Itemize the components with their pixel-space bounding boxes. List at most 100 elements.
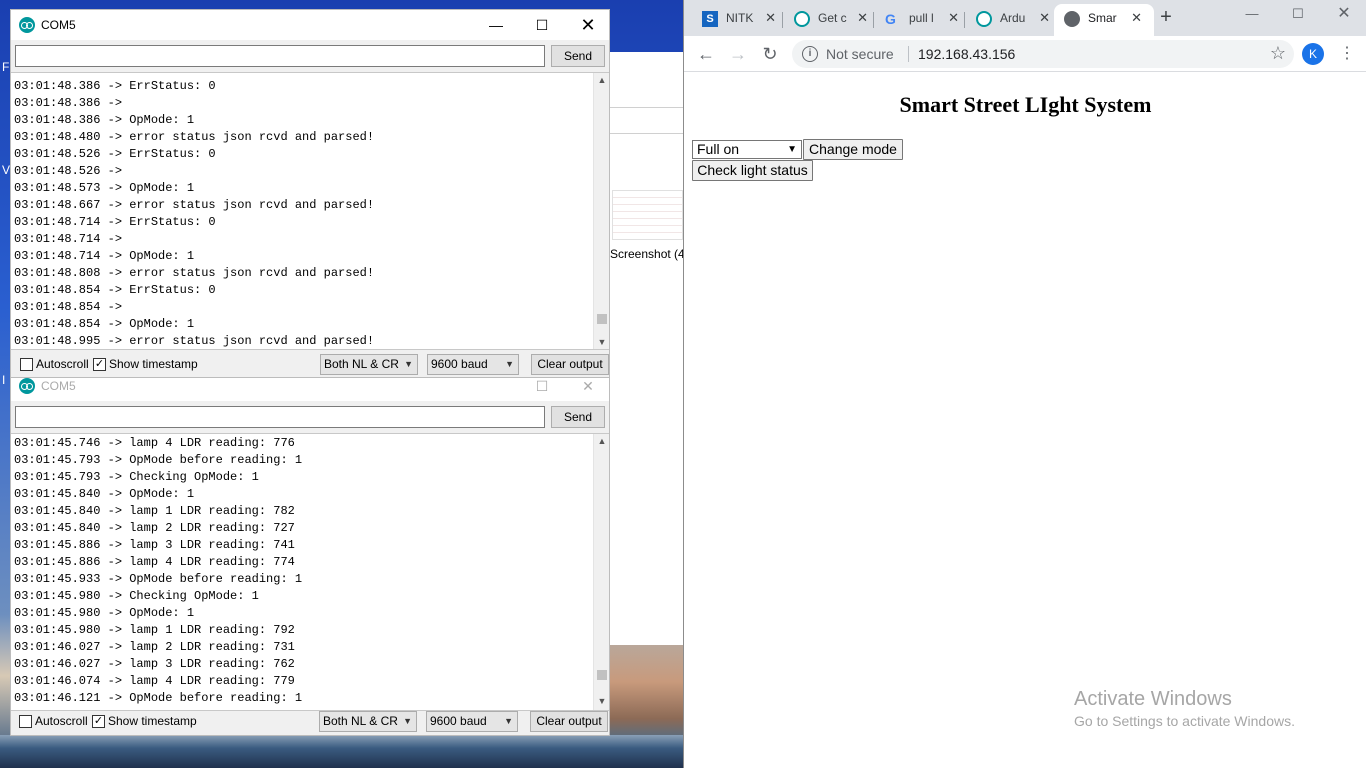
minimize-button[interactable]: —: [1229, 0, 1275, 30]
serial-footer: Autoscroll ✓ Show timestamp Both NL & CR…: [11, 709, 609, 733]
scroll-down-icon[interactable]: ▼: [594, 335, 609, 349]
mode-select-value: Full on: [697, 141, 740, 157]
baud-value: 9600 baud: [431, 357, 488, 371]
serial-line: 03:01:48.854 -> OpMode: 1: [14, 317, 195, 331]
close-icon[interactable]: ✕: [1131, 4, 1142, 32]
maximize-button[interactable]: ☐: [1275, 0, 1321, 30]
chevron-down-icon: ▼: [787, 144, 797, 155]
serial-titlebar[interactable]: COM5 — ☐ ✕: [11, 10, 609, 40]
serial-line: 03:01:45.980 -> OpMode: 1: [14, 606, 195, 620]
maximize-button[interactable]: ☐: [519, 10, 565, 40]
timestamp-checkbox[interactable]: ✓: [92, 715, 105, 728]
close-icon[interactable]: ✕: [1039, 4, 1050, 32]
new-tab-button[interactable]: +: [1154, 6, 1178, 30]
serial-output[interactable]: 03:01:45.746 -> lamp 4 LDR reading: 776 …: [11, 433, 609, 711]
serial-footer: Autoscroll ✓ Show timestamp Both NL & CR…: [11, 352, 609, 376]
tab-smart[interactable]: Smar ✕: [1054, 4, 1154, 36]
desktop-letter: I: [2, 373, 6, 387]
send-button[interactable]: Send: [551, 406, 605, 428]
serial-send-input[interactable]: [15, 45, 545, 67]
close-icon[interactable]: ✕: [948, 4, 959, 32]
serial-line: 03:01:46.027 -> lamp 2 LDR reading: 731: [14, 640, 295, 654]
watermark-title: Activate Windows: [1074, 688, 1232, 710]
line-ending-select[interactable]: Both NL & CR ▼: [319, 711, 417, 732]
serial-send-input[interactable]: [15, 406, 545, 428]
tab-strip[interactable]: S NITK ✕ Get c ✕ G pull l ✕ Ardu ✕ Smar …: [684, 0, 1366, 36]
serial-line: 03:01:45.933 -> OpMode before reading: 1: [14, 572, 303, 586]
back-button[interactable]: ←: [694, 42, 718, 66]
avatar[interactable]: K: [1302, 43, 1324, 65]
serial-line: 03:01:48.714 ->: [14, 232, 130, 246]
scrollbar-thumb[interactable]: [597, 314, 607, 324]
chevron-down-icon: ▼: [504, 716, 513, 726]
info-icon[interactable]: i: [802, 46, 818, 62]
baud-select[interactable]: 9600 baud ▼: [427, 354, 519, 375]
serial-line: 03:01:48.854 -> ErrStatus: 0: [14, 283, 216, 297]
globe-icon: [1064, 11, 1080, 27]
window-title: COM5: [41, 18, 76, 32]
browser-window: S NITK ✕ Get c ✕ G pull l ✕ Ardu ✕ Smar …: [683, 0, 1366, 768]
tab-nitk[interactable]: S NITK ✕: [692, 4, 780, 36]
serial-line: 03:01:48.573 -> OpMode: 1: [14, 181, 195, 195]
vertical-scrollbar[interactable]: ▲ ▼: [593, 434, 609, 710]
baud-select[interactable]: 9600 baud ▼: [426, 711, 518, 732]
check-light-status-button[interactable]: Check light status: [692, 160, 813, 181]
clear-output-button[interactable]: Clear output: [530, 711, 608, 732]
line-ending-select[interactable]: Both NL & CR ▼: [320, 354, 418, 375]
scroll-up-icon[interactable]: ▲: [594, 73, 609, 87]
tab-get-c[interactable]: Get c ✕: [784, 4, 872, 36]
autoscroll-label: Autoscroll: [36, 357, 89, 371]
serial-line: 03:01:45.793 -> OpMode before reading: 1: [14, 453, 303, 467]
timestamp-label: Show timestamp: [109, 357, 198, 371]
chevron-down-icon: ▼: [403, 716, 412, 726]
chevron-down-icon: ▼: [505, 359, 514, 369]
chevron-down-icon: ▼: [404, 359, 413, 369]
s-icon: S: [702, 11, 718, 27]
serial-line: 03:01:45.840 -> OpMode: 1: [14, 487, 195, 501]
screenshot-thumbnail[interactable]: [612, 190, 683, 240]
web-page: Smart Street LIght System Full on ▼ Chan…: [684, 72, 1366, 768]
close-icon[interactable]: ✕: [857, 4, 868, 32]
google-icon: G: [885, 11, 896, 27]
forward-button[interactable]: →: [726, 42, 750, 66]
close-icon[interactable]: ✕: [765, 4, 776, 32]
serial-line: 03:01:48.714 -> ErrStatus: 0: [14, 215, 216, 229]
mode-select[interactable]: Full on ▼: [692, 140, 802, 159]
serial-line: 03:01:48.386 ->: [14, 96, 130, 110]
tab-pull[interactable]: G pull l ✕: [875, 4, 963, 36]
screenshot-thumbnail-label: Screenshot (4): [610, 247, 683, 261]
page-title: Smart Street LIght System: [899, 92, 1152, 117]
serial-line: 03:01:48.714 -> OpMode: 1: [14, 249, 195, 263]
clear-output-button[interactable]: Clear output: [531, 354, 609, 375]
serial-line: 03:01:48.480 -> error status json rcvd a…: [14, 130, 375, 144]
reload-button[interactable]: ↻: [758, 42, 782, 66]
star-icon[interactable]: ☆: [1270, 43, 1286, 64]
serial-line: 03:01:45.886 -> lamp 3 LDR reading: 741: [14, 538, 295, 552]
serial-line: 03:01:45.980 -> Checking OpMode: 1: [14, 589, 259, 603]
timestamp-checkbox[interactable]: ✓: [93, 358, 106, 371]
close-button[interactable]: ✕: [1321, 0, 1366, 30]
url-text[interactable]: 192.168.43.156: [918, 46, 1015, 62]
address-bar[interactable]: i Not secure 192.168.43.156 ☆: [792, 40, 1294, 68]
minimize-button[interactable]: —: [473, 10, 519, 40]
desktop-letter: V: [2, 163, 11, 177]
window-title: COM5: [41, 379, 76, 393]
autoscroll-checkbox[interactable]: [20, 358, 33, 371]
serial-line: 03:01:45.793 -> Checking OpMode: 1: [14, 470, 259, 484]
scroll-down-icon[interactable]: ▼: [594, 694, 609, 708]
scroll-up-icon[interactable]: ▲: [594, 434, 609, 448]
serial-line: 03:01:48.854 ->: [14, 300, 130, 314]
serial-output[interactable]: 03:01:48.386 -> ErrStatus: 0 03:01:48.38…: [11, 72, 609, 350]
serial-monitor-window: COM5 ☐ ✕ Send 03:01:45.746 -> lamp 4 LDR…: [10, 370, 610, 736]
serial-line: 03:01:48.386 -> OpMode: 1: [14, 113, 195, 127]
vertical-scrollbar[interactable]: ▲ ▼: [593, 73, 609, 349]
autoscroll-checkbox[interactable]: [19, 715, 32, 728]
activate-windows-watermark: Activate Windows Go to Settings to activ…: [1074, 688, 1295, 729]
tab-arduino[interactable]: Ardu ✕: [966, 4, 1054, 36]
tab-label: pull l: [909, 11, 934, 25]
change-mode-button[interactable]: Change mode: [803, 139, 903, 160]
send-button[interactable]: Send: [551, 45, 605, 67]
close-button[interactable]: ✕: [565, 10, 611, 40]
menu-icon[interactable]: ⋮: [1336, 42, 1358, 66]
scrollbar-thumb[interactable]: [597, 670, 607, 680]
